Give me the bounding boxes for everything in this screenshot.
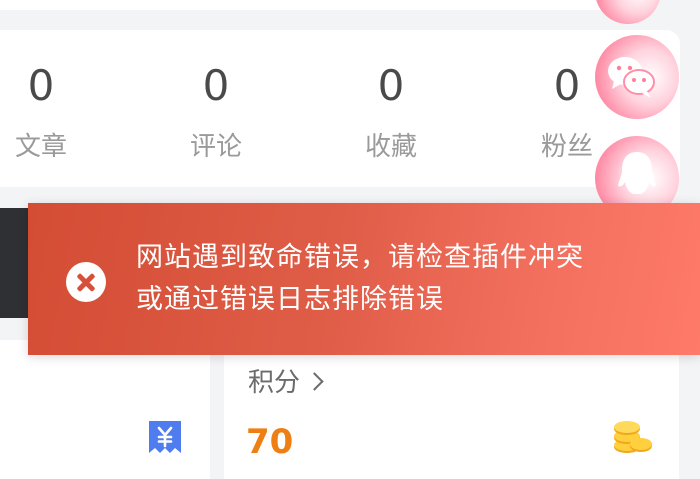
- points-value: 70: [246, 422, 294, 462]
- voucher-icon: [149, 421, 181, 453]
- error-message-line: 或通过错误日志排除错误: [136, 284, 444, 315]
- stat-label: 收藏: [364, 132, 417, 162]
- side-button-top[interactable]: [595, 0, 661, 24]
- stat-value: 0: [27, 61, 55, 110]
- top-card-edge: [0, 0, 640, 10]
- wechat-share-button[interactable]: [595, 35, 679, 119]
- qq-icon: [618, 152, 656, 194]
- user-stats-card: 0 文章 0 评论 0 收藏 0 粉丝: [0, 30, 680, 187]
- close-circle-icon: [66, 262, 106, 302]
- error-toast: 网站遇到致命错误，请检查插件冲突 或通过错误日志排除错误: [28, 203, 700, 355]
- points-label[interactable]: 积分: [248, 366, 324, 400]
- error-message: 网站遇到致命错误，请检查插件冲突 或通过错误日志排除错误: [136, 237, 676, 321]
- points-card[interactable]: 积分 70: [224, 340, 679, 479]
- points-label-text: 积分: [248, 368, 301, 398]
- stat-value: 0: [377, 61, 405, 110]
- stat-label: 文章: [14, 132, 67, 162]
- error-message-line: 网站遇到致命错误，请检查插件冲突: [136, 242, 584, 273]
- stat-value: 0: [202, 61, 230, 110]
- wechat-icon: [608, 57, 655, 98]
- coin-stack-icon: [614, 421, 652, 453]
- stat-label: 评论: [189, 132, 242, 162]
- wallet-card[interactable]: [0, 340, 210, 479]
- chevron-right-icon: [305, 372, 324, 391]
